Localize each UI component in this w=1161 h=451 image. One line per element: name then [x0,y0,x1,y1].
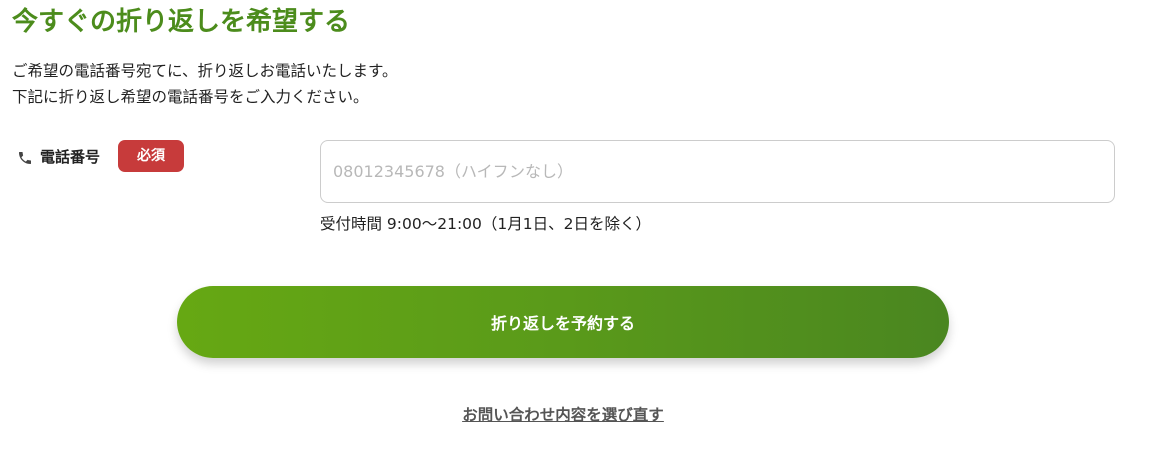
phone-field-label: 電話番号 必須 [16,140,185,172]
required-badge: 必須 [118,140,185,172]
form-description: ご希望の電話番号宛てに、折り返しお電話いたします。 下記に折り返し希望の電話番号… [12,58,398,110]
reception-hours-note: 受付時間 9:00〜21:00（1月1日、2日を除く） [320,215,651,233]
phone-input[interactable] [320,140,1115,203]
phone-icon [16,149,34,167]
reselect-inquiry-link[interactable]: お問い合わせ内容を選び直す [462,406,664,424]
reserve-callback-button[interactable]: 折り返しを予約する [177,286,949,358]
description-line-1: ご希望の電話番号宛てに、折り返しお電話いたします。 [12,62,398,80]
phone-label: 電話番号 [40,147,101,166]
description-line-2: 下記に折り返し希望の電話番号をご入力ください。 [12,88,369,106]
page-title: 今すぐの折り返しを希望する [12,7,351,37]
reselect-link-container: お問い合わせ内容を選び直す [0,403,1126,427]
callback-request-form: 今すぐの折り返しを希望する ご希望の電話番号宛てに、折り返しお電話いたします。 … [0,0,1161,451]
